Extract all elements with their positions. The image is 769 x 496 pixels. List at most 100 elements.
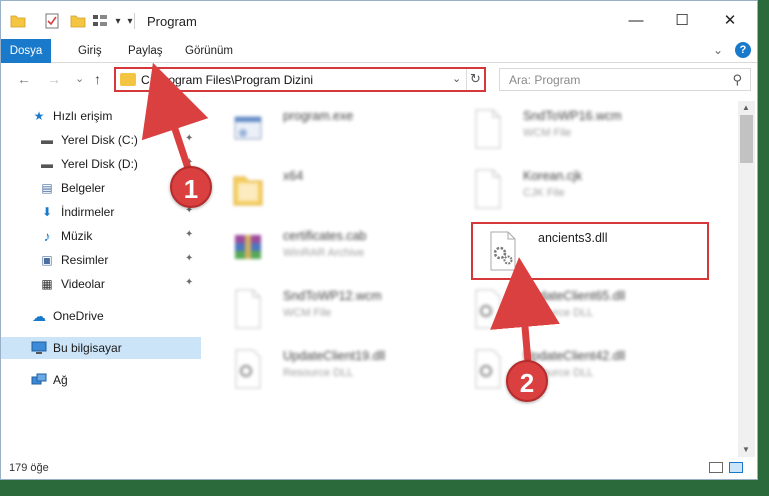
documents-icon: ▤ xyxy=(41,181,53,195)
details-view-icon[interactable] xyxy=(709,462,723,473)
file-item-updateclient19[interactable]: UpdateClient19.dll Resource DLL xyxy=(219,343,459,401)
help-icon[interactable]: ? xyxy=(735,42,751,58)
video-icon: ▦ xyxy=(41,277,53,291)
refresh-icon[interactable]: ↻ xyxy=(470,71,481,87)
search-input[interactable]: Ara: Program xyxy=(509,73,580,87)
address-path[interactable]: C:\Program Files\Program Dizini xyxy=(141,73,313,87)
sidebar-item-onedrive[interactable]: ☁ OneDrive xyxy=(1,305,201,327)
file-name: program.exe xyxy=(283,109,354,123)
pin-icon: ✦ xyxy=(185,133,194,144)
sidebar-item-label: Müzik xyxy=(61,229,93,243)
pin-icon: ✦ xyxy=(185,229,194,240)
file-name: Korean.cjk xyxy=(523,169,583,183)
scroll-down-icon[interactable]: ▼ xyxy=(742,445,750,454)
sidebar-item-label: Videolar xyxy=(61,277,105,291)
file-type: WCM File xyxy=(523,127,572,139)
close-button[interactable]: ✕ xyxy=(707,1,753,39)
search-icon[interactable]: ⚲ xyxy=(732,72,742,88)
expand-ribbon-icon[interactable]: ⌄ xyxy=(713,43,723,57)
dll-icon xyxy=(471,289,505,329)
sidebar-item-quick-access[interactable]: ★ Hızlı erişim xyxy=(1,105,201,127)
address-bar[interactable]: C:\Program Files\Program Dizini ⌄ ↻ xyxy=(114,67,486,92)
new-folder-icon[interactable] xyxy=(69,12,87,30)
sidebar-item-network[interactable]: Ağ xyxy=(1,369,201,391)
file-list: program.exe SndToWP16.wcm WCM File x64 K… xyxy=(209,101,737,457)
large-icons-view-icon[interactable] xyxy=(729,462,743,473)
archive-icon xyxy=(231,229,265,269)
exe-icon xyxy=(231,109,265,149)
sidebar-item-label: OneDrive xyxy=(53,309,104,323)
music-icon: ♪ xyxy=(43,228,51,244)
file-type: Resource DLL xyxy=(283,367,354,379)
file-name: SndToWP16.wcm xyxy=(523,109,622,123)
folder-icon xyxy=(9,12,27,30)
tab-view[interactable]: Görünüm xyxy=(185,39,233,63)
drive-icon: ▬ xyxy=(41,133,53,147)
dll-icon xyxy=(231,349,265,389)
file-type: Resource DLL xyxy=(523,307,594,319)
computer-icon xyxy=(31,340,47,356)
sidebar-item-this-pc[interactable]: Bu bilgisayar xyxy=(1,337,201,359)
sidebar-item-downloads[interactable]: ⬇ İndirmeler ✦ xyxy=(1,201,201,223)
drive-icon: ▬ xyxy=(41,157,53,171)
title-bar: ▾ ▾ Program — ☐ ✕ xyxy=(1,1,757,39)
tab-share[interactable]: Paylaş xyxy=(128,39,163,63)
file-item-ancients3-dll[interactable]: ancients3.dll xyxy=(474,225,714,283)
file-type: WCM File xyxy=(283,307,332,319)
file-item-updateclient65[interactable]: UpdateClient65.dll Resource DLL xyxy=(459,283,699,341)
sidebar-item-videos[interactable]: ▦ Videolar ✦ xyxy=(1,273,201,295)
vertical-scrollbar[interactable]: ▲ ▼ xyxy=(738,101,755,457)
customize-toolbar-icon[interactable]: ▾ xyxy=(121,12,139,30)
navigation-bar: ← → ⌄ ↑ C:\Program Files\Program Dizini … xyxy=(1,63,757,97)
file-item-certificates-cab[interactable]: certificates.cab WinRAR Archive xyxy=(219,223,459,281)
view-options-icon[interactable] xyxy=(91,12,109,30)
pin-icon: ✦ xyxy=(185,253,194,264)
file-icon xyxy=(231,289,265,329)
search-box[interactable]: Ara: Program ⚲ xyxy=(499,68,751,91)
scrollbar-thumb[interactable] xyxy=(740,115,753,163)
file-item-korean-cjk[interactable]: Korean.cjk CJK File xyxy=(459,163,699,221)
file-item-sndtowp16[interactable]: SndToWP16.wcm WCM File xyxy=(459,103,699,161)
file-name: SndToWP12.wcm xyxy=(283,289,382,303)
file-name: certificates.cab xyxy=(283,229,367,243)
network-icon xyxy=(31,372,47,388)
file-type: WinRAR Archive xyxy=(283,247,365,259)
address-separator xyxy=(466,69,467,90)
sidebar-item-music[interactable]: ♪ Müzik ✦ xyxy=(1,225,201,247)
forward-icon[interactable]: → xyxy=(47,71,61,87)
file-name: ancients3.dll xyxy=(538,231,608,245)
scroll-up-icon[interactable]: ▲ xyxy=(742,103,750,112)
sidebar-item-label: Hızlı erişim xyxy=(53,109,113,123)
tab-home[interactable]: Giriş xyxy=(78,39,102,63)
step-badge-1: 1 xyxy=(170,166,212,208)
address-folder-icon xyxy=(120,73,136,86)
item-count: 179 öğe xyxy=(9,462,49,474)
file-name: UpdateClient65.dll xyxy=(523,289,626,303)
up-icon[interactable]: ↑ xyxy=(94,71,101,87)
sidebar-item-label: Resimler xyxy=(61,253,109,267)
navigation-pane: ★ Hızlı erişim ▬ Yerel Disk (C:) ✦ ▬ Yer… xyxy=(1,101,204,457)
file-icon xyxy=(471,169,505,209)
status-bar: 179 öğe xyxy=(1,457,757,479)
sidebar-item-local-disk-d[interactable]: ▬ Yerel Disk (D:) ✦ xyxy=(1,153,201,175)
file-item-program-exe[interactable]: program.exe xyxy=(219,103,459,161)
sidebar-item-local-disk-c[interactable]: ▬ Yerel Disk (C:) ✦ xyxy=(1,129,201,151)
properties-icon[interactable] xyxy=(43,12,61,30)
recent-locations-icon[interactable]: ⌄ xyxy=(75,72,84,85)
sidebar-item-pictures[interactable]: ▣ Resimler ✦ xyxy=(1,249,201,271)
sidebar-item-label: Ağ xyxy=(53,373,68,387)
star-icon: ★ xyxy=(33,109,45,123)
file-name: x64 xyxy=(283,169,304,183)
file-item-sndtowp12[interactable]: SndToWP12.wcm WCM File xyxy=(219,283,459,341)
file-item-x64[interactable]: x64 xyxy=(219,163,459,221)
folder-icon xyxy=(231,169,265,209)
minimize-button[interactable]: — xyxy=(613,1,659,39)
file-name: UpdateClient42.dll xyxy=(523,349,626,363)
cloud-icon: ☁ xyxy=(32,307,46,324)
maximize-button[interactable]: ☐ xyxy=(659,1,705,39)
sidebar-item-label: Bu bilgisayar xyxy=(53,341,122,355)
back-icon[interactable]: ← xyxy=(17,71,31,87)
file-icon xyxy=(471,109,505,149)
file-item-updateclient42[interactable]: UpdateClient42.dll Resource DLL xyxy=(459,343,699,401)
address-dropdown-icon[interactable]: ⌄ xyxy=(452,72,461,85)
